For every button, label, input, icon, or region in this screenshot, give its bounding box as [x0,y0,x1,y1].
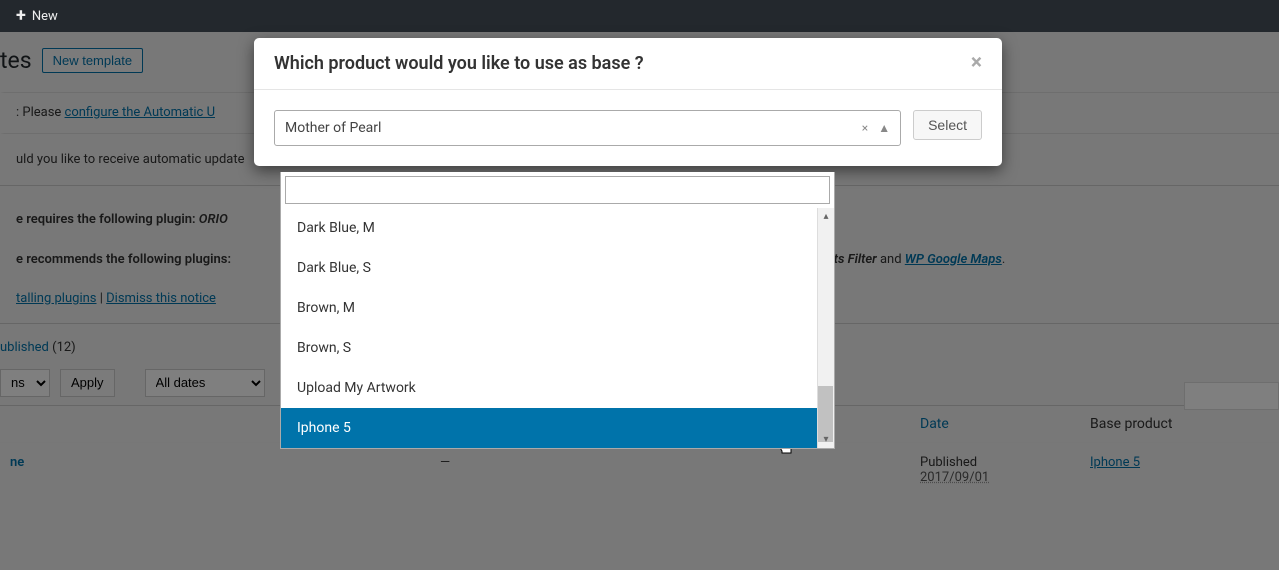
dropdown-option[interactable]: Brown, S [281,328,834,368]
scroll-up-icon[interactable]: ▴ [818,208,834,225]
clear-icon[interactable]: × [862,121,868,135]
dropdown-option[interactable]: Dark Blue, M [281,208,834,248]
product-select-combobox[interactable]: Mother of Pearl × ▲ [274,110,901,146]
product-base-modal: Which product would you like to use as b… [254,38,1002,166]
dropdown-option[interactable]: Iphone 5 [281,408,834,448]
modal-title: Which product would you like to use as b… [274,53,644,74]
chevron-up-icon[interactable]: ▲ [878,121,890,135]
product-dropdown: Dark Blue, MDark Blue, SBrown, MBrown, S… [280,172,835,449]
close-icon[interactable]: × [971,53,982,74]
select-button[interactable]: Select [913,110,982,140]
plus-icon: + [16,7,26,25]
new-label: New [32,9,58,24]
admin-top-bar: + New [0,0,1279,32]
dropdown-results: Dark Blue, MDark Blue, SBrown, MBrown, S… [280,208,835,449]
dropdown-search-input[interactable] [285,176,830,204]
selected-value: Mother of Pearl [285,120,381,136]
scrollbar[interactable]: ▴ ▾ [817,208,834,448]
dropdown-option[interactable]: Dark Blue, S [281,248,834,288]
dropdown-option[interactable]: Upload My Artwork [281,368,834,408]
modal-body: Mother of Pearl × ▲ Select [254,90,1002,166]
dropdown-option[interactable]: Brown, M [281,288,834,328]
dropdown-search-wrap [280,172,835,208]
new-menu[interactable]: + New [8,7,66,25]
modal-header: Which product would you like to use as b… [254,38,1002,90]
scroll-down-icon[interactable]: ▾ [818,431,834,448]
